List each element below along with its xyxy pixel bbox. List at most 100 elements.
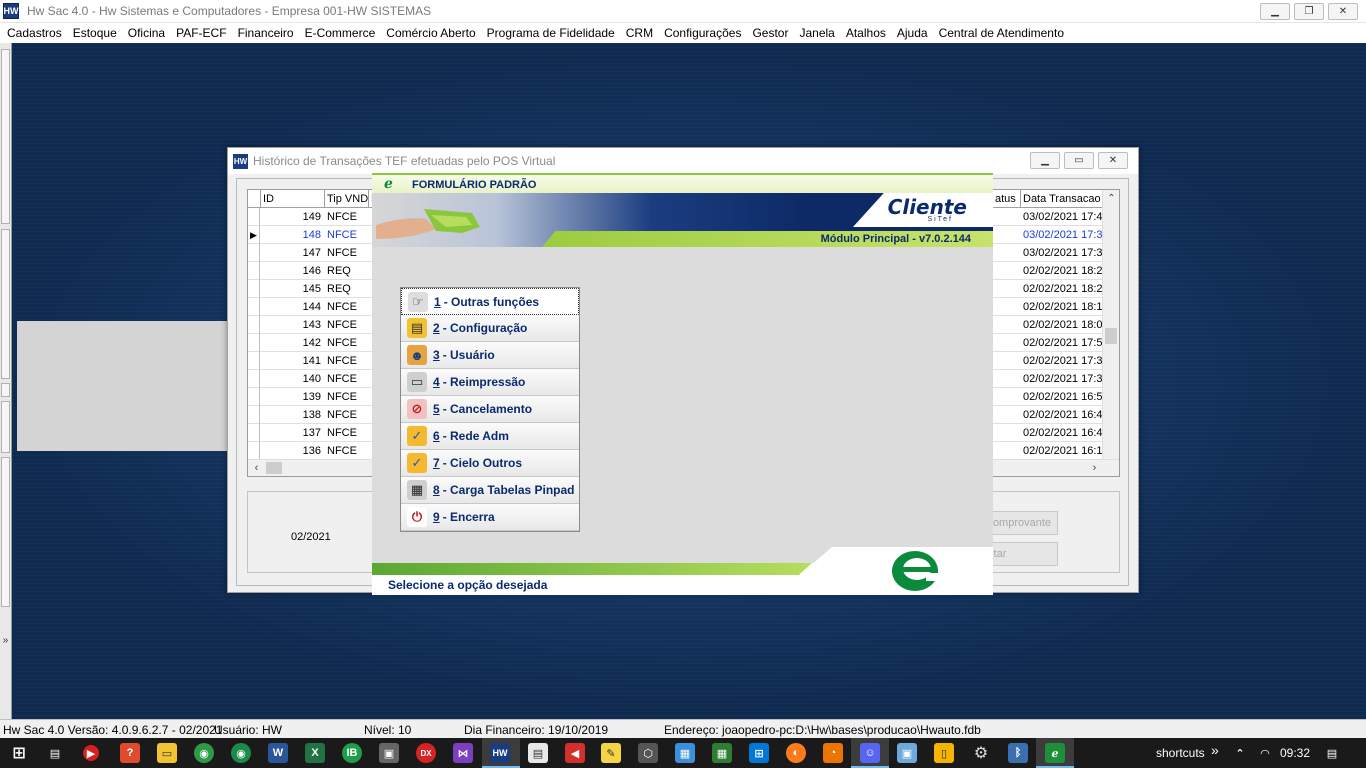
menu-janela[interactable]: Janela bbox=[795, 26, 841, 40]
bluetooth-icon[interactable]: ᛒ bbox=[1008, 743, 1028, 763]
status-message: Selecione a opção desejada bbox=[388, 578, 548, 592]
notification-icon[interactable]: ▤ bbox=[1322, 743, 1342, 763]
menu-cadastros[interactable]: Cadastros bbox=[3, 26, 69, 40]
cell-id: 139 bbox=[302, 391, 321, 403]
dock-tab[interactable] bbox=[1, 49, 10, 224]
file-explorer-icon[interactable]: ▭ bbox=[157, 743, 177, 763]
remote-desktop-icon[interactable]: ▣ bbox=[897, 743, 917, 763]
menu-central-de-atendimento[interactable]: Central de Atendimento bbox=[935, 26, 1071, 40]
media-player-icon[interactable]: ▶ bbox=[83, 745, 99, 761]
clock-time[interactable]: 09:32 bbox=[1280, 746, 1310, 760]
ib-app-icon[interactable]: IB bbox=[342, 743, 362, 763]
status-level: Nível: 10 bbox=[364, 723, 412, 737]
status-user: Usuário: HW bbox=[214, 723, 283, 737]
word-icon[interactable]: W bbox=[268, 743, 288, 763]
blender-icon[interactable]: ◔ bbox=[823, 743, 843, 763]
grid-vertical-scrollbar[interactable]: ⌃ ⌄ bbox=[1102, 190, 1119, 476]
tool-app-icon[interactable]: ▣ bbox=[379, 743, 399, 763]
scroll-right-icon[interactable]: › bbox=[1086, 460, 1103, 476]
dx-app-icon[interactable]: DX bbox=[416, 743, 436, 763]
option-2-button[interactable]: ▤ 2 - Configuração bbox=[401, 315, 579, 342]
sitef-app-icon[interactable]: ℯ bbox=[1045, 743, 1065, 763]
row-indicator: ▶ bbox=[248, 226, 260, 244]
restore-button[interactable]: ❐ bbox=[1294, 3, 1324, 20]
windows-start-icon[interactable]: ⊞ bbox=[9, 743, 29, 763]
option-9-button[interactable]: ⏻ 9 - Encerra bbox=[401, 504, 579, 531]
menu-programa-de-fidelidade[interactable]: Programa de Fidelidade bbox=[483, 26, 622, 40]
menu-estoque[interactable]: Estoque bbox=[69, 26, 124, 40]
toolbar-expand-icon[interactable]: » bbox=[1211, 742, 1219, 758]
option-4-button[interactable]: ▭ 4 - Reimpressão bbox=[401, 369, 579, 396]
dock-tab[interactable] bbox=[1, 229, 10, 379]
option-label: - Rede Adm bbox=[442, 429, 509, 443]
windows-store-icon[interactable]: ⊞ bbox=[749, 743, 769, 763]
cube-app-icon[interactable]: ⬡ bbox=[638, 743, 658, 763]
cell-date: 03/02/2021 17:4 bbox=[1023, 211, 1103, 223]
settings-gear-icon[interactable]: ⚙ bbox=[971, 743, 991, 763]
dock-tab[interactable] bbox=[1, 383, 10, 397]
scroll-up-icon[interactable]: ⌃ bbox=[1103, 190, 1119, 207]
config-folder-icon: ▤ bbox=[407, 318, 427, 338]
wifi-icon[interactable]: ◠ bbox=[1255, 743, 1275, 763]
menu-crm[interactable]: CRM bbox=[622, 26, 660, 40]
voltar-button[interactable]: oltar bbox=[982, 542, 1058, 566]
option-5-button[interactable]: ⊘ 5 - Cancelamento bbox=[401, 396, 579, 423]
dock-tab[interactable] bbox=[1, 401, 10, 453]
chrome-alt-icon[interactable]: ◉ bbox=[231, 743, 251, 763]
menu-atalhos[interactable]: Atalhos bbox=[842, 26, 893, 40]
menu-oficina[interactable]: Oficina bbox=[124, 26, 172, 40]
firefox-icon[interactable]: ◐ bbox=[786, 743, 806, 763]
exit-icon: ⏻ bbox=[407, 507, 427, 527]
shortcuts-toolbar[interactable]: shortcuts bbox=[1156, 746, 1205, 760]
cell-date: 02/02/2021 18:0 bbox=[1023, 319, 1103, 331]
hscroll-thumb[interactable] bbox=[266, 462, 282, 474]
option-3-button[interactable]: ☻ 3 - Usuário bbox=[401, 342, 579, 369]
option-6-button[interactable]: ✓ 6 - Rede Adm bbox=[401, 423, 579, 450]
option-7-button[interactable]: ✓ 7 - Cielo Outros bbox=[401, 450, 579, 477]
anydesk-icon[interactable]: ◀ bbox=[565, 743, 585, 763]
chrome-icon[interactable]: ◉ bbox=[194, 743, 214, 763]
excel-icon[interactable]: X bbox=[305, 743, 325, 763]
col-date-header[interactable]: Data Transacao bbox=[1021, 190, 1104, 208]
discord-icon[interactable]: ☺ bbox=[860, 743, 880, 763]
cell-tip-vnd: NFCE bbox=[327, 211, 357, 223]
dock-expand-icon[interactable]: » bbox=[0, 629, 11, 653]
menu-configura-es[interactable]: Configurações bbox=[660, 26, 748, 40]
chevron-up-icon[interactable]: ⌃ bbox=[1230, 743, 1250, 763]
close-button[interactable]: ✕ bbox=[1328, 3, 1358, 20]
users-icon: ☻ bbox=[407, 345, 427, 365]
history-maximize-button[interactable]: ▭ bbox=[1064, 152, 1094, 169]
task-view-icon[interactable]: ▤ bbox=[45, 743, 65, 763]
history-close-button[interactable]: ✕ bbox=[1098, 152, 1128, 169]
scroll-left-icon[interactable]: ‹ bbox=[248, 460, 265, 476]
menu-e-commerce[interactable]: E-Commerce bbox=[301, 26, 383, 40]
col-id-header[interactable]: ID bbox=[261, 190, 325, 208]
background-panel bbox=[17, 321, 227, 451]
col-status-header[interactable]: atus bbox=[993, 190, 1021, 208]
notes-icon[interactable]: ✎ bbox=[601, 743, 621, 763]
menu-com-rcio-aberto[interactable]: Comércio Aberto bbox=[382, 26, 482, 40]
menu-financeiro[interactable]: Financeiro bbox=[234, 26, 301, 40]
dock-tab[interactable] bbox=[1, 457, 10, 607]
col-tip-vnd-header[interactable]: Tip VND bbox=[325, 190, 369, 208]
menu-gestor[interactable]: Gestor bbox=[748, 26, 795, 40]
history-minimize-button[interactable]: ▁ bbox=[1030, 152, 1060, 169]
option-8-button[interactable]: ▦ 8 - Carga Tabelas Pinpad bbox=[401, 477, 579, 504]
comprovante-button[interactable]: Comprovante bbox=[982, 511, 1058, 535]
file-app-icon[interactable]: ▯ bbox=[934, 743, 954, 763]
option-label: - Cielo Outros bbox=[442, 456, 523, 470]
photos-icon[interactable]: ▦ bbox=[675, 743, 695, 763]
cell-date: 02/02/2021 17:5 bbox=[1023, 337, 1103, 349]
grid-app-icon[interactable]: ▦ bbox=[712, 743, 732, 763]
visual-studio-icon[interactable]: ⋈ bbox=[453, 743, 473, 763]
menu-ajuda[interactable]: Ajuda bbox=[893, 26, 935, 40]
option-label: - Usuário bbox=[442, 348, 495, 362]
cell-id: 148 bbox=[302, 229, 321, 241]
menu-paf-ecf[interactable]: PAF-ECF bbox=[172, 26, 233, 40]
option-1-button[interactable]: ☞ 1 - Outras funções bbox=[401, 288, 579, 315]
help-app-icon[interactable]: ? bbox=[120, 743, 140, 763]
minimize-button[interactable]: ▁ bbox=[1260, 3, 1290, 20]
scroll-thumb[interactable] bbox=[1105, 328, 1117, 344]
notepad-icon[interactable]: ▤ bbox=[528, 743, 548, 763]
hw-sac-icon[interactable]: HW bbox=[490, 743, 510, 763]
